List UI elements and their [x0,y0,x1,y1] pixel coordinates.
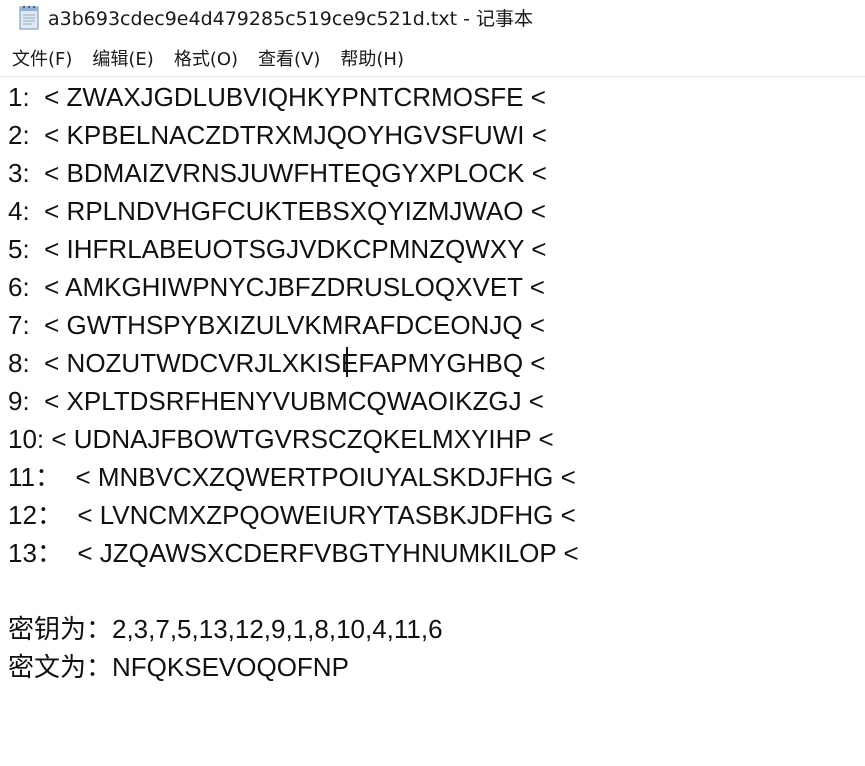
text-line: 2: < KPBELNACZDTRXMJQOYHGVSFUWI < [8,120,547,150]
notepad-icon [19,5,39,30]
text-line: 4: < RPLNDVHGFCUKTEBSXQYIZMJWAO < [8,196,546,226]
text-line: 10: < UDNAJFBOWTGVRSCZQKELMXYIHP < [8,424,554,454]
menu-edit[interactable]: 编辑(E) [92,45,153,71]
text-line: 1: < ZWAXJGDLUBVIQHKYPNTCRMOSFE < [8,82,546,112]
notepad-window: a3b693cdec9e4d479285c519ce9c521d.txt - 记… [0,0,865,766]
text-line: 9: < XPLTDSRFHENYVUBMCQWAOIKZGJ < [8,386,544,416]
text-line: 13： < JZQAWSXCDERFVBGTYHNUMKILOP < [8,538,579,568]
menu-bar: 文件(F) 编辑(E) 格式(O) 查看(V) 帮助(H) [0,42,865,74]
text-line: 密钥为：2,3,7,5,13,12,9,1,8,10,4,11,6 [8,614,443,644]
text-line: 12： < LVNCMXZPQOWEIURYTASBKJDFHG < [8,500,576,530]
menu-view[interactable]: 查看(V) [258,45,320,71]
menu-format[interactable]: 格式(O) [174,45,238,71]
text-cursor [346,347,348,377]
text-line: 3: < BDMAIZVRNSJUWFHTEQGYXPLOCK < [8,158,547,188]
menu-file[interactable]: 文件(F) [12,45,72,71]
text-line: 6: < AMKGHIWPNYCJBFZDRUSLOQXVET < [8,272,545,302]
window-title: a3b693cdec9e4d479285c519ce9c521d.txt - 记… [48,7,533,30]
text-line: 7: < GWTHSPYBXIZULVKMRAFDCEONJQ < [8,310,545,340]
menu-help[interactable]: 帮助(H) [340,45,404,71]
text-line: 8: < NOZUTWDCVRJLXKISEFAPMYGHBQ < [8,348,546,378]
title-bar: a3b693cdec9e4d479285c519ce9c521d.txt - 记… [0,0,865,34]
text-line: 11： < MNBVCXZQWERTPOIUYALSKDJFHG < [8,462,576,492]
text-line: 5: < IHFRLABEUOTSGJVDKCPMNZQWXY < [8,234,547,264]
text-editor-area[interactable]: 1: < ZWAXJGDLUBVIQHKYPNTCRMOSFE < 2: < K… [0,76,865,766]
text-line: 密文为：NFQKSEVOQOFNP [8,652,349,682]
